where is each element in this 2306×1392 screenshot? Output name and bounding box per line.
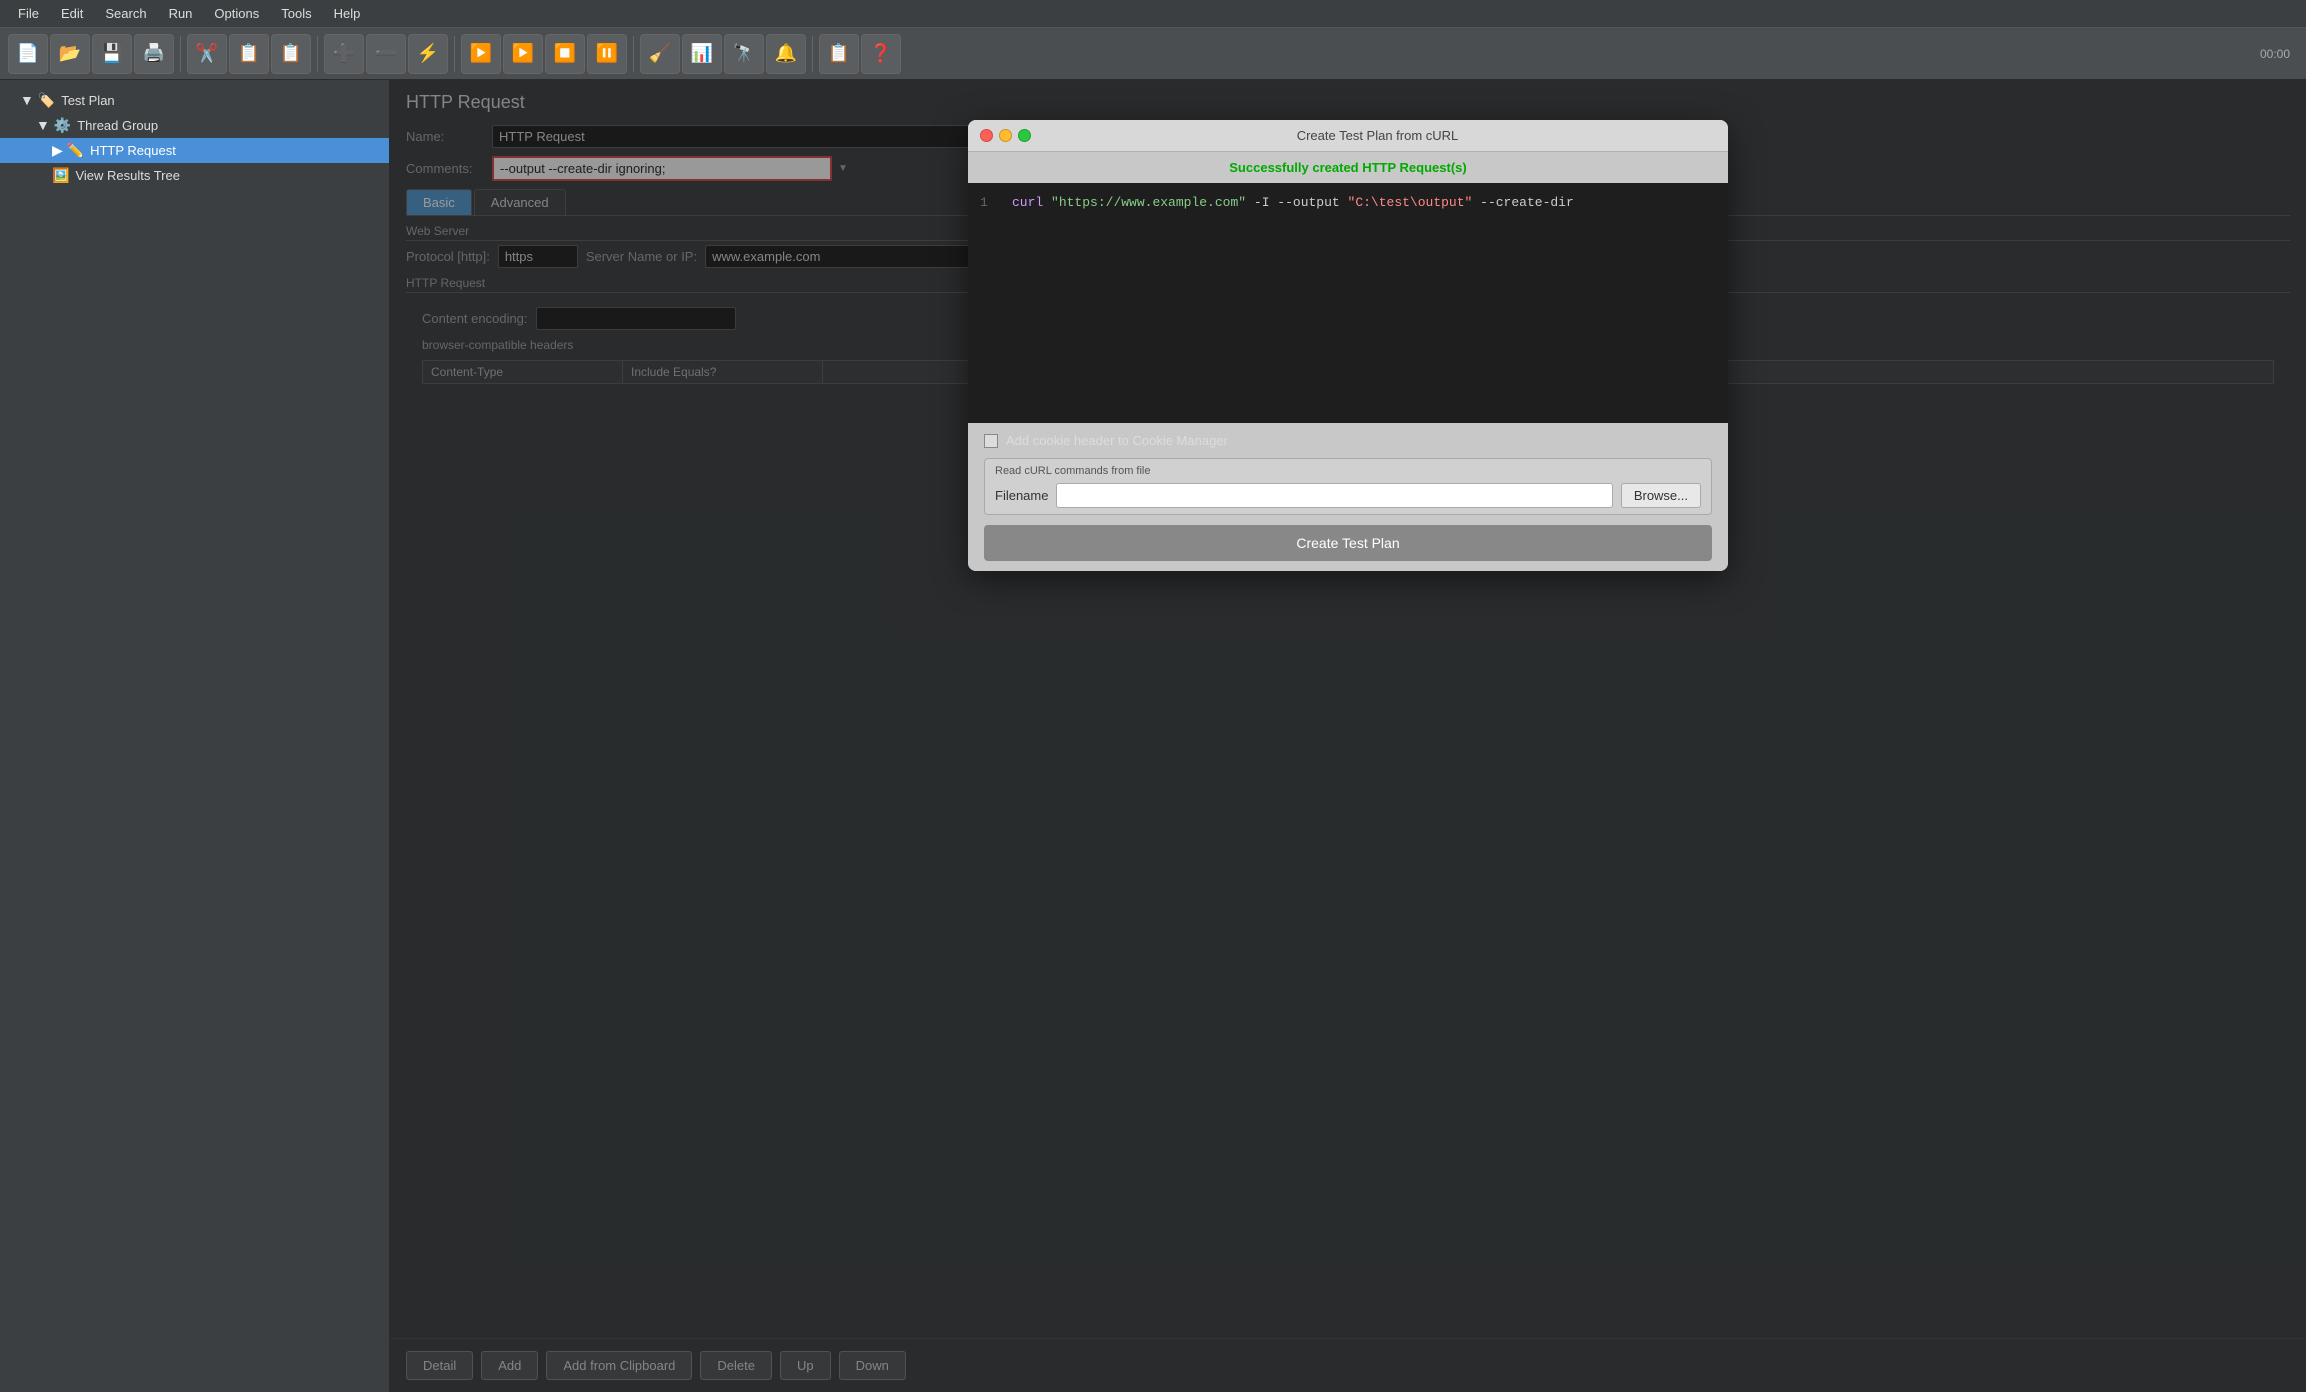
close-button[interactable] bbox=[980, 129, 993, 142]
line-number: 1 bbox=[980, 195, 1000, 210]
cookie-row: Add cookie header to Cookie Manager bbox=[984, 433, 1712, 448]
modal-overlay: Create Test Plan from cURL Successfully … bbox=[390, 80, 2306, 1392]
menu-search[interactable]: Search bbox=[95, 4, 156, 23]
toolbar-add[interactable]: ➕ bbox=[324, 34, 364, 74]
sidebar-httprequest-label: HTTP Request bbox=[90, 143, 176, 158]
menu-help[interactable]: Help bbox=[324, 4, 371, 23]
toolbar-shutdown[interactable]: ⏸️ bbox=[587, 34, 627, 74]
sidebar-testplan-label: Test Plan bbox=[61, 93, 114, 108]
toolbar-start[interactable]: ▶️ bbox=[461, 34, 501, 74]
sidebar-item-viewresults[interactable]: 🖼️ View Results Tree bbox=[0, 163, 389, 188]
menu-options[interactable]: Options bbox=[204, 4, 269, 23]
menu-run[interactable]: Run bbox=[159, 4, 203, 23]
code-content: curl "https://www.example.com" -I --outp… bbox=[1012, 195, 1574, 210]
main-layout: ▼ 🏷️ Test Plan ▼ ⚙️ Thread Group ▶ ✏️ HT… bbox=[0, 80, 2306, 1392]
sidebar-viewresults-label: View Results Tree bbox=[75, 168, 180, 183]
sidebar: ▼ 🏷️ Test Plan ▼ ⚙️ Thread Group ▶ ✏️ HT… bbox=[0, 80, 390, 1392]
content-area: HTTP Request Name: Comments: ▼ Basic Adv… bbox=[390, 80, 2306, 1392]
menu-tools[interactable]: Tools bbox=[271, 4, 321, 23]
toolbar-clear-all[interactable]: 🧹 bbox=[640, 34, 680, 74]
sidebar-item-testplan[interactable]: ▼ 🏷️ Test Plan bbox=[0, 88, 389, 113]
toolbar-sep4 bbox=[633, 36, 634, 72]
toolbar-cut[interactable]: ✂️ bbox=[187, 34, 227, 74]
filename-label: Filename bbox=[995, 488, 1048, 503]
threadgroup-icon: ▼ ⚙️ bbox=[36, 117, 71, 134]
toolbar-run-lightning[interactable]: ⚡ bbox=[408, 34, 448, 74]
toolbar-list[interactable]: 📋 bbox=[819, 34, 859, 74]
menu-edit[interactable]: Edit bbox=[51, 4, 93, 23]
minimize-button[interactable] bbox=[999, 129, 1012, 142]
traffic-lights bbox=[980, 129, 1031, 142]
file-section-title: Read cURL commands from file bbox=[995, 465, 1701, 477]
code-line-1: 1 curl "https://www.example.com" -I --ou… bbox=[980, 195, 1716, 210]
toolbar-browse[interactable]: 🔭 bbox=[724, 34, 764, 74]
toolbar-start-no-pause[interactable]: ▶️ bbox=[503, 34, 543, 74]
toolbar-time: 00:00 bbox=[2260, 47, 2298, 61]
modal-footer: Add cookie header to Cookie Manager Read… bbox=[968, 423, 1728, 571]
toolbar-open[interactable]: 📂 bbox=[50, 34, 90, 74]
toolbar-notify[interactable]: 🔔 bbox=[766, 34, 806, 74]
file-section: Read cURL commands from file Filename Br… bbox=[984, 458, 1712, 515]
toolbar-copy[interactable]: 📋 bbox=[229, 34, 269, 74]
file-row: Filename Browse... bbox=[995, 483, 1701, 508]
browse-button[interactable]: Browse... bbox=[1621, 483, 1701, 508]
toolbar-clear[interactable]: 📊 bbox=[682, 34, 722, 74]
modal-titlebar: Create Test Plan from cURL bbox=[968, 120, 1728, 152]
sidebar-item-threadgroup[interactable]: ▼ ⚙️ Thread Group bbox=[0, 113, 389, 138]
sidebar-item-httprequest[interactable]: ▶ ✏️ HTTP Request bbox=[0, 138, 389, 163]
menu-file[interactable]: File bbox=[8, 4, 49, 23]
create-test-plan-button[interactable]: Create Test Plan bbox=[984, 525, 1712, 561]
menubar: File Edit Search Run Options Tools Help bbox=[0, 0, 2306, 28]
toolbar-sep2 bbox=[317, 36, 318, 72]
sidebar-threadgroup-label: Thread Group bbox=[77, 118, 158, 133]
httprequest-icon: ▶ ✏️ bbox=[52, 142, 84, 159]
viewresults-icon: 🖼️ bbox=[52, 167, 69, 184]
toolbar-save[interactable]: 💾 bbox=[92, 34, 132, 74]
testplan-icon: ▼ 🏷️ bbox=[20, 92, 55, 109]
toolbar-paste[interactable]: 📋 bbox=[271, 34, 311, 74]
filename-input[interactable] bbox=[1056, 483, 1612, 508]
cookie-checkbox[interactable] bbox=[984, 434, 998, 448]
code-editor[interactable]: 1 curl "https://www.example.com" -I --ou… bbox=[968, 183, 1728, 423]
modal-dialog: Create Test Plan from cURL Successfully … bbox=[968, 120, 1728, 571]
toolbar-sep1 bbox=[180, 36, 181, 72]
toolbar-new[interactable]: 📄 bbox=[8, 34, 48, 74]
toolbar-stop[interactable]: ⏹️ bbox=[545, 34, 585, 74]
toolbar: 📄 📂 💾 🖨️ ✂️ 📋 📋 ➕ ➖ ⚡ ▶️ ▶️ ⏹️ ⏸️ 🧹 📊 🔭 … bbox=[0, 28, 2306, 80]
toolbar-print[interactable]: 🖨️ bbox=[134, 34, 174, 74]
toolbar-sep5 bbox=[812, 36, 813, 72]
toolbar-remove[interactable]: ➖ bbox=[366, 34, 406, 74]
success-message: Successfully created HTTP Request(s) bbox=[968, 152, 1728, 183]
modal-title: Create Test Plan from cURL bbox=[1039, 128, 1716, 143]
toolbar-sep3 bbox=[454, 36, 455, 72]
toolbar-help[interactable]: ❓ bbox=[861, 34, 901, 74]
maximize-button[interactable] bbox=[1018, 129, 1031, 142]
cookie-label: Add cookie header to Cookie Manager bbox=[1006, 433, 1228, 448]
